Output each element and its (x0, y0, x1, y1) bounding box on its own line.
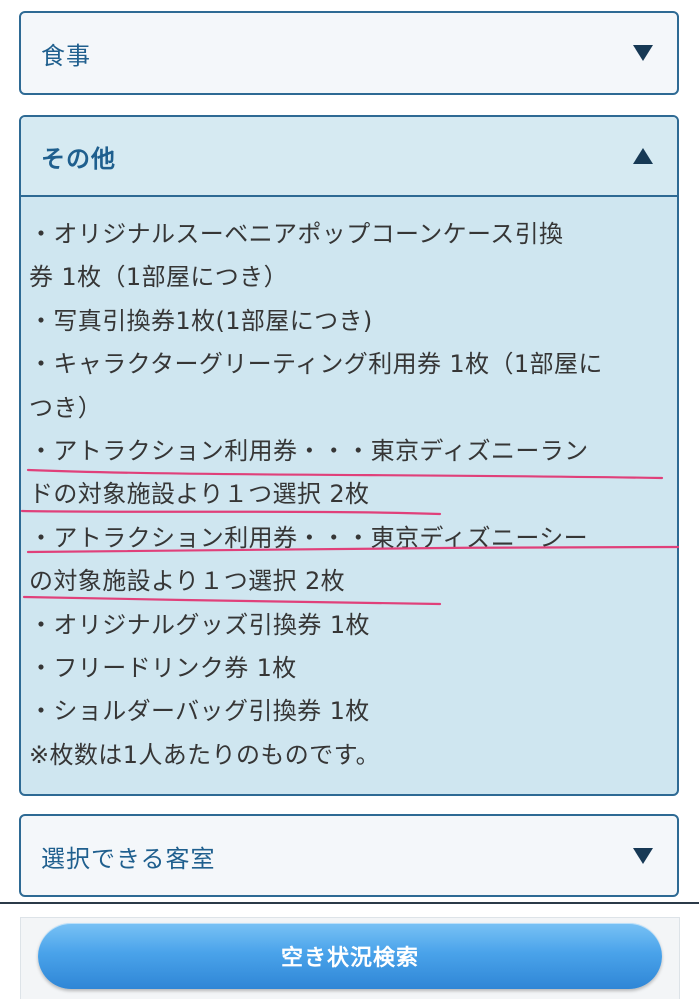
note-line: ※枚数は1人あたりのものです。 (29, 740, 380, 769)
triangle-down-icon (633, 45, 653, 61)
benefit-line: 券 1枚（1部屋につき） (29, 263, 288, 292)
rooms-accordion-header[interactable]: 選択できる客室 (21, 816, 677, 895)
rooms-accordion-title: 選択できる客室 (41, 844, 216, 873)
benefit-line: ・写真引換券1枚(1部屋につき) (29, 306, 373, 335)
other-accordion-title: その他 (41, 144, 116, 173)
benefit-line: の対象施設より１つ選択 2枚 (29, 567, 346, 596)
benefit-line: ・ショルダーバッグ引換券 1枚 (29, 697, 370, 726)
availability-search-button[interactable]: 空き状況検索 (38, 923, 662, 989)
meal-accordion-header[interactable]: 食事 (21, 13, 677, 93)
other-accordion-content: ・オリジナルスーベニアポップコーンケース引換 券 1枚（1部屋につき） ・写真引… (21, 199, 677, 794)
triangle-up-icon (633, 148, 653, 164)
bottom-bar-divider (0, 902, 699, 904)
triangle-down-icon (633, 848, 653, 864)
benefit-line: ・キャラクターグリーティング利用券 1枚（1部屋に (29, 350, 603, 379)
other-accordion-header[interactable]: その他 (21, 117, 677, 197)
benefit-line: ・アトラクション利用券・・・東京ディズニーラン (29, 436, 589, 465)
other-accordion: その他 ・オリジナルスーベニアポップコーンケース引換 券 1枚（1部屋につき） … (19, 115, 679, 796)
benefit-line: ・フリードリンク券 1枚 (29, 653, 297, 682)
meal-accordion-title: 食事 (41, 41, 91, 70)
meal-accordion: 食事 (19, 11, 679, 95)
benefit-line: つき） (29, 393, 103, 422)
bottom-action-bar: 空き状況検索 (20, 917, 680, 999)
benefit-line: ・オリジナルスーベニアポップコーンケース引換 (29, 220, 564, 248)
benefit-line: ・アトラクション利用券・・・東京ディズニーシー (29, 523, 589, 552)
benefit-line: ・オリジナルグッズ引換券 1枚 (29, 610, 370, 639)
plan-details-page: 食事 その他 ・オリジナルスーベニアポップコーンケース引換 券 1枚（1部屋につ… (0, 0, 699, 999)
benefit-line: ドの対象施設より１つ選択 2枚 (29, 480, 370, 509)
rooms-accordion: 選択できる客室 (19, 814, 679, 897)
